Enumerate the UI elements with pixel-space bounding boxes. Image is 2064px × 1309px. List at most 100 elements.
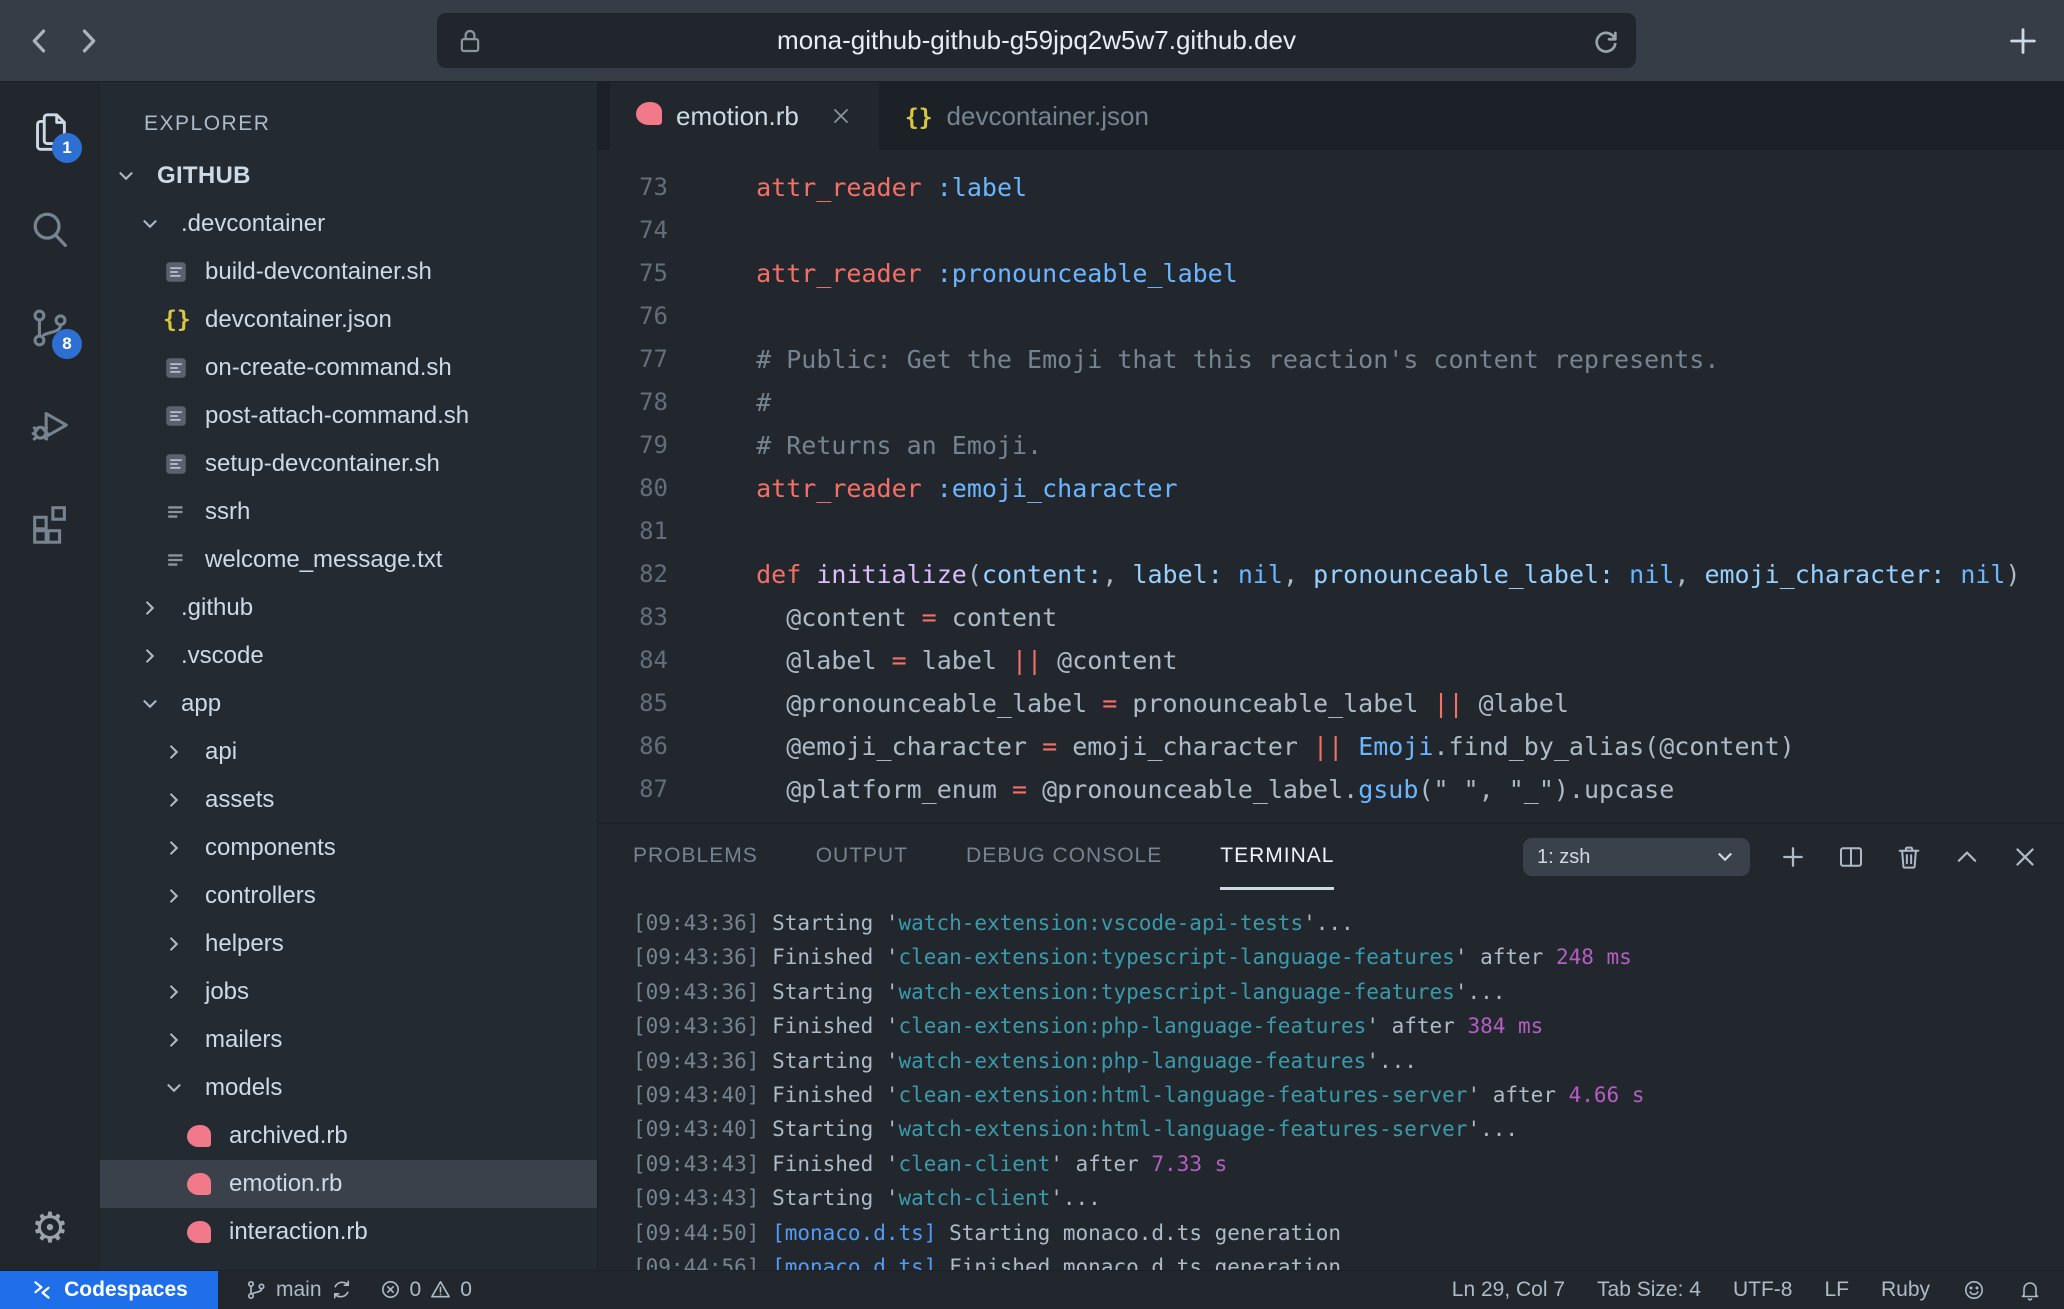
tree-item-devcontainer-json[interactable]: {}devcontainer.json	[100, 296, 597, 344]
chevron-right-icon	[163, 741, 197, 763]
code-text: @platform_enum = @pronounceable_label.gs…	[726, 768, 1674, 811]
eol-indicator[interactable]: LF	[1824, 1278, 1849, 1302]
smiley-icon	[1962, 1278, 1986, 1302]
chevron-down-icon	[115, 165, 149, 187]
ruby-file-icon	[187, 1221, 211, 1243]
panel-tab-terminal[interactable]: TERMINAL	[1220, 824, 1334, 890]
chevron-right-icon	[163, 837, 185, 859]
code-line-75: 75 attr_reader :pronounceable_label	[598, 252, 2064, 295]
tree-item-models[interactable]: models	[100, 1064, 597, 1112]
ruby-file-icon	[636, 101, 662, 132]
tree-item-assets[interactable]: assets	[100, 776, 597, 824]
tree-item-components[interactable]: components	[100, 824, 597, 872]
editor-tab-devcontainer-json[interactable]: {}devcontainer.json	[879, 82, 1175, 150]
address-bar[interactable]: mona-github-github-g59jpq2w5w7.github.de…	[437, 13, 1636, 68]
chevron-right-icon	[163, 981, 197, 1003]
problems-indicator[interactable]: 0 0	[379, 1278, 472, 1302]
notifications-bell-icon[interactable]	[2018, 1278, 2042, 1302]
codespaces-remote-button[interactable]: Codespaces	[0, 1271, 218, 1309]
activity-source-control-button[interactable]: 8	[26, 304, 74, 352]
split-terminal-button[interactable]	[1836, 842, 1866, 872]
text-file-icon	[163, 499, 197, 525]
tree-item-devcontainer[interactable]: .devcontainer	[100, 200, 597, 248]
terminal-line: [09:43:36] Starting 'watch-extension:vsc…	[633, 906, 2064, 940]
panel-tab-problems[interactable]: PROBLEMS	[633, 824, 758, 890]
tree-item-post-attach-command-sh[interactable]: post-attach-command.sh	[100, 392, 597, 440]
tree-item-jobs[interactable]: jobs	[100, 968, 597, 1016]
activity-search-button[interactable]	[26, 206, 74, 254]
tab-label: devcontainer.json	[947, 101, 1149, 132]
activity-explorer-button[interactable]: 1	[26, 108, 74, 156]
code-line-80: 80 attr_reader :emoji_character	[598, 467, 2064, 510]
tab-size-indicator[interactable]: Tab Size: 4	[1597, 1278, 1701, 1302]
plus-icon	[1778, 842, 1808, 872]
tree-item-app[interactable]: app	[100, 680, 597, 728]
tree-item-emotion-rb[interactable]: emotion.rb	[100, 1160, 597, 1208]
chevron-right-icon	[163, 789, 197, 811]
line-number: 82	[598, 553, 668, 596]
code-text: attr_reader :label	[726, 166, 1027, 209]
tree-item-api[interactable]: api	[100, 728, 597, 776]
refresh-icon[interactable]	[1590, 25, 1622, 57]
browser-back-button[interactable]	[18, 19, 62, 63]
chevron-down-icon	[139, 693, 161, 715]
line-number: 87	[598, 768, 668, 811]
tree-item-label: app	[181, 690, 221, 718]
cursor-position[interactable]: Ln 29, Col 7	[1452, 1278, 1565, 1302]
terminal-shell-label: 1: zsh	[1537, 846, 1706, 869]
tab-close-button[interactable]	[829, 104, 853, 128]
tree-item-interaction-rb[interactable]: interaction.rb	[100, 1208, 597, 1256]
code-editor[interactable]: 73 attr_reader :label7475 attr_reader :p…	[598, 150, 2064, 822]
tree-item-vscode[interactable]: .vscode	[100, 632, 597, 680]
tree-item-label: welcome_message.txt	[205, 546, 442, 574]
tree-item-helpers[interactable]: helpers	[100, 920, 597, 968]
terminal-line: [09:43:36] Starting 'watch-extension:typ…	[633, 975, 2064, 1009]
chevron-right-icon	[139, 597, 161, 619]
terminal-shell-select[interactable]: 1: zsh	[1523, 838, 1750, 876]
close-panel-button[interactable]	[2010, 842, 2040, 872]
chevron-down-icon	[1714, 846, 1736, 868]
tree-item-setup-devcontainer-sh[interactable]: setup-devcontainer.sh	[100, 440, 597, 488]
tree-item-archived-rb[interactable]: archived.rb	[100, 1112, 597, 1160]
editor-tab-emotion-rb[interactable]: emotion.rb	[610, 82, 879, 150]
terminal-output[interactable]: [09:43:36] Starting 'watch-extension:vsc…	[598, 890, 2064, 1272]
tree-item-label: components	[205, 834, 336, 862]
encoding-indicator[interactable]: UTF-8	[1733, 1278, 1793, 1302]
panel-tab-output[interactable]: OUTPUT	[816, 824, 908, 890]
tree-item-welcome-message-txt[interactable]: welcome_message.txt	[100, 536, 597, 584]
tree-item-label: archived.rb	[229, 1122, 348, 1150]
branch-indicator[interactable]: main	[244, 1278, 353, 1302]
activity-extensions-button[interactable]	[26, 500, 74, 548]
tree-item-github[interactable]: .github	[100, 584, 597, 632]
tree-item-label: setup-devcontainer.sh	[205, 450, 440, 478]
maximize-panel-button[interactable]	[1952, 842, 1982, 872]
settings-gear-icon[interactable]: ⚙	[0, 1203, 100, 1252]
panel-tab-debug-console[interactable]: DEBUG CONSOLE	[966, 824, 1162, 890]
code-text: @label = label || @content	[726, 639, 1178, 682]
browser-forward-button[interactable]	[66, 19, 110, 63]
new-tab-button[interactable]	[2000, 18, 2046, 64]
codespaces-browser-window: { "browser": { "url": "mona-github-githu…	[0, 0, 2064, 1308]
tree-item-mailers[interactable]: mailers	[100, 1016, 597, 1064]
new-terminal-button[interactable]	[1778, 842, 1808, 872]
chevron-right-icon	[163, 789, 185, 811]
error-count: 0	[410, 1278, 422, 1302]
terminal-line: [09:43:40] Finished 'clean-extension:htm…	[633, 1078, 2064, 1112]
language-mode-indicator[interactable]: Ruby	[1881, 1278, 1930, 1302]
chevron-down-icon	[115, 165, 137, 187]
feedback-smiley-icon[interactable]	[1962, 1278, 1986, 1302]
activity-run-debug-button[interactable]	[26, 402, 74, 450]
terminal-line: [09:43:36] Finished 'clean-extension:typ…	[633, 940, 2064, 974]
tree-item-on-create-command-sh[interactable]: on-create-command.sh	[100, 344, 597, 392]
panel-tabs: PROBLEMS OUTPUT DEBUG CONSOLE TERMINAL	[633, 824, 1392, 890]
chevron-right-icon	[71, 24, 105, 58]
tree-item-ssrh[interactable]: ssrh	[100, 488, 597, 536]
chevron-right-icon	[163, 1029, 185, 1051]
kill-terminal-button[interactable]	[1894, 842, 1924, 872]
text-file-icon	[163, 547, 197, 573]
tree-item-build-devcontainer-sh[interactable]: build-devcontainer.sh	[100, 248, 597, 296]
tree-item-label: GITHUB	[157, 162, 251, 190]
tree-item-controllers[interactable]: controllers	[100, 872, 597, 920]
tree-item-github[interactable]: GITHUB	[100, 152, 597, 200]
extensions-icon	[27, 501, 73, 547]
